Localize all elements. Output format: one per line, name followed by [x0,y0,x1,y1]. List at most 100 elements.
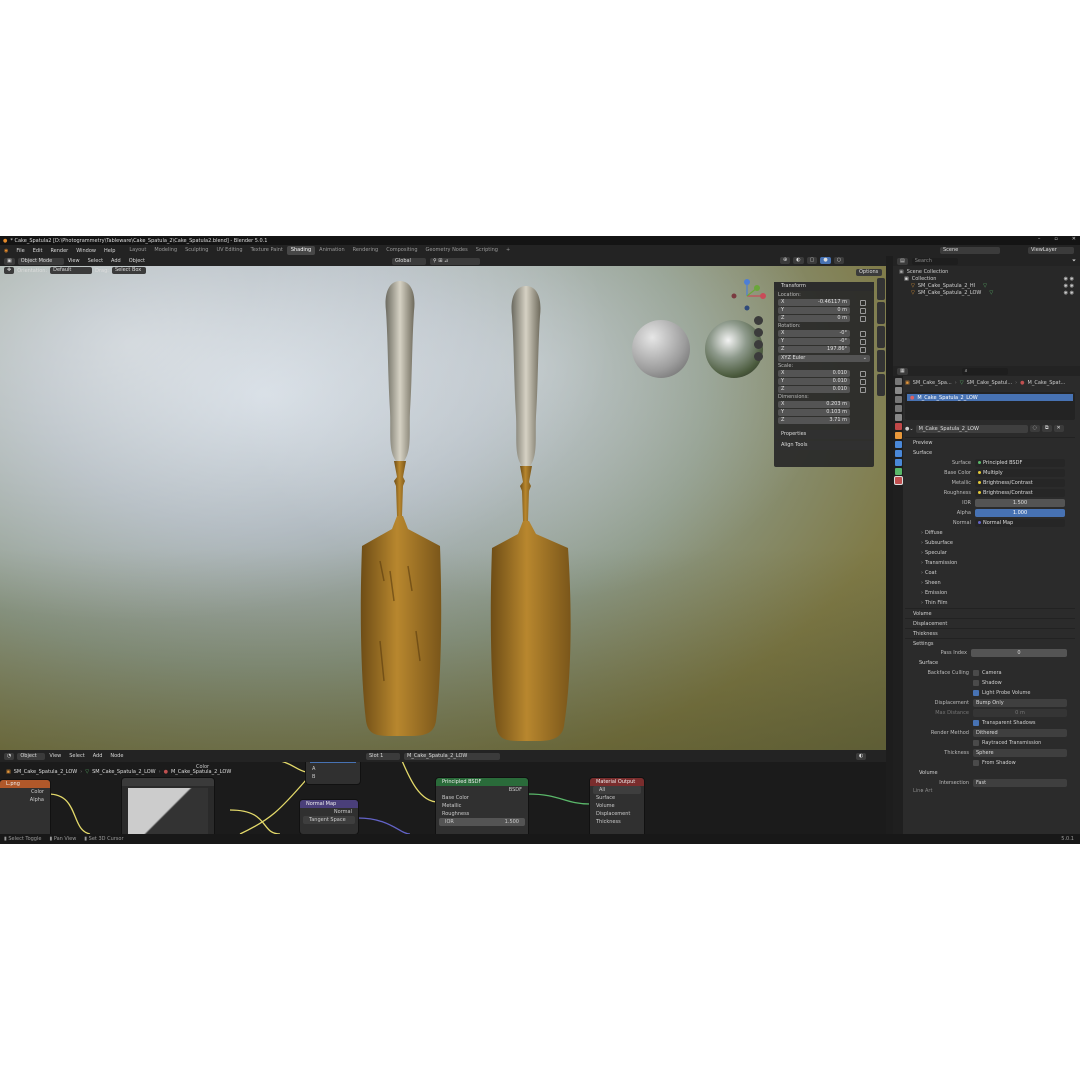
tab-tool[interactable] [877,302,885,324]
tab-texture-paint[interactable]: Texture Paint [247,246,287,255]
node-menu-add[interactable]: Add [89,753,107,759]
emission-subsection[interactable]: Emission [905,588,1075,598]
settings-section[interactable]: Settings [905,638,1075,649]
spatula-hi-model[interactable] [350,281,450,741]
pan-hand-icon[interactable] [754,328,763,337]
tab-sculpting[interactable]: Sculpting [181,246,212,255]
zoom-icon[interactable] [754,316,763,325]
modifier-tab-icon[interactable] [895,441,902,448]
thickness-input[interactable]: Thickness [590,818,644,826]
material-output-node[interactable]: Material Output All Surface Volume Displ… [590,778,644,834]
from-shadow-checkbox[interactable]: From Shadow [973,758,1016,768]
node-editor-type-icon[interactable]: ◔ [4,752,15,760]
outliner-search-input[interactable]: Search [911,257,958,265]
shader-node-editor[interactable]: L.png Color Alpha Color A B Normal Map N… [0,750,886,834]
render-method-dropdown[interactable]: Dithered [973,729,1067,737]
menu-help[interactable]: Help [100,248,119,254]
transmission-subsection[interactable]: Transmission [905,558,1075,568]
tab-shading[interactable]: Shading [286,246,316,255]
dimension-y-field[interactable]: Y 0.103 m [778,409,850,416]
add-workspace-icon[interactable]: + [502,246,514,255]
dimension-x-field[interactable]: X 0.203 m [778,401,850,408]
transform-space-dropdown[interactable]: Global [392,257,426,265]
surface-shader-field[interactable]: Principled BSDF [975,459,1065,467]
alpha-field[interactable]: 1.000 [975,509,1065,517]
intersection-dropdown[interactable]: Fast [973,779,1067,787]
viewport-menu-view[interactable]: View [64,258,84,264]
location-y-field[interactable]: Y0 m [778,307,850,314]
gizmo-toggle-icon[interactable]: ⊕ [780,257,791,264]
visibility-icon[interactable]: ◉ ◉ [1064,283,1074,289]
lock-icon[interactable] [860,307,866,314]
volume-section[interactable]: Volume [905,608,1075,619]
mix-input-a[interactable]: A [306,765,360,773]
thickness-dropdown[interactable]: Sphere [973,749,1067,757]
view-layer-field[interactable]: ViewLayer [1028,247,1074,254]
render-tab-icon[interactable] [895,387,902,394]
roughness-input[interactable]: Roughness [436,810,528,818]
shading-rendered-icon[interactable]: ○ [833,257,845,264]
metallic-input[interactable]: Metallic [436,802,528,810]
backface-camera-checkbox[interactable]: Camera [973,668,1002,678]
image-texture-node[interactable]: L.png Color Alpha [0,780,50,834]
view-layer-tab-icon[interactable] [895,405,902,412]
particles-tab-icon[interactable] [895,450,902,457]
lock-icon[interactable] [860,378,866,385]
dimension-z-field[interactable]: Z 3.71 m [778,417,850,424]
ior-input[interactable]: IOR 1.500 [439,818,525,826]
filter-icon[interactable]: ⏷ [1072,258,1076,264]
line-art-section[interactable]: Line Art [905,788,1075,794]
normal-map-node[interactable]: Normal Map Normal Tangent Space [300,800,358,834]
lock-icon[interactable] [860,370,866,377]
diffuse-subsection[interactable]: Diffuse [905,528,1075,538]
lock-icon[interactable] [860,338,866,345]
preview-section[interactable]: Preview [905,438,1075,448]
tab-scripting[interactable]: Scripting [472,246,502,255]
shading-material-icon[interactable]: ● [820,257,831,264]
duplicate-material-icon[interactable]: ⧉ [1041,425,1052,432]
metallic-field[interactable]: Brightness/Contrast [975,479,1065,487]
close-button[interactable]: ✕ [1072,236,1076,245]
color-ramp-node[interactable] [122,778,214,834]
base-color-field[interactable]: Multiply [975,469,1065,477]
lock-icon[interactable] [860,386,866,393]
maximize-button[interactable]: ▫ [1054,236,1057,245]
spatula-low-model[interactable] [480,286,580,746]
tab-uv-editing[interactable]: UV Editing [212,246,246,255]
displacement-input[interactable]: Displacement [590,810,644,818]
node-overlay-icon[interactable]: ◐ [856,752,867,760]
base-color-input[interactable]: Base Color [436,794,528,802]
lock-icon[interactable] [860,315,866,322]
tab-geometry-nodes[interactable]: Geometry Nodes [422,246,472,255]
menu-window[interactable]: Window [72,248,100,254]
collection-row[interactable]: ▣ Collection ◉ ◉ [899,275,1074,282]
material-name-field[interactable]: M_Cake_Spatula_2_LOW [915,424,1028,433]
backface-shadow-checkbox[interactable]: Shadow [973,678,1002,688]
tab-view[interactable] [877,326,885,348]
minimize-button[interactable]: – [1038,236,1041,245]
outliner-item-hi[interactable]: ▽ SM_Cake_Spatula_2_HI ▽ ◉ ◉ [899,282,1074,289]
tab-blenderkit[interactable] [877,374,885,396]
drag-dropdown[interactable]: Select Box [111,267,146,274]
navigation-gizmo[interactable] [730,278,770,314]
material-slot-list[interactable]: ● M_Cake_Spatula_2_LOW [905,392,1075,420]
rotation-mode-dropdown[interactable]: XYZ Euler ⌄ [778,355,870,362]
options-button[interactable]: Options [856,269,882,276]
outliner-item-low[interactable]: ▽ SM_Cake_Spatula_2_LOW ▽ ◉ ◉ [899,289,1074,296]
fake-user-icon[interactable]: ◌ [1029,425,1040,432]
displacement-dropdown[interactable]: Bump Only [973,699,1067,707]
node-material-field[interactable]: M_Cake_Spatula_2_LOW [404,752,500,760]
overlay-toggle-icon[interactable]: ◐ [793,257,804,264]
scale-x-field[interactable]: X 0.010 [778,370,850,377]
tab-layout[interactable]: Layout [125,246,150,255]
material-slot-item[interactable]: ● M_Cake_Spatula_2_LOW [907,394,1073,401]
scale-z-field[interactable]: Z 0.010 [778,386,850,393]
pass-index-field[interactable]: 0 [971,649,1067,657]
subsurface-subsection[interactable]: Subsurface [905,538,1075,548]
transparent-shadows-checkbox[interactable]: Transparent Shadows [973,718,1036,728]
shader-type-dropdown[interactable]: Object [17,752,46,760]
tool-tab-icon[interactable] [895,378,902,385]
xray-toggle-icon[interactable]: ▢ [806,257,818,264]
thickness-section[interactable]: Thickness [905,628,1075,639]
properties-editor-icon[interactable]: ▦ [897,367,908,375]
